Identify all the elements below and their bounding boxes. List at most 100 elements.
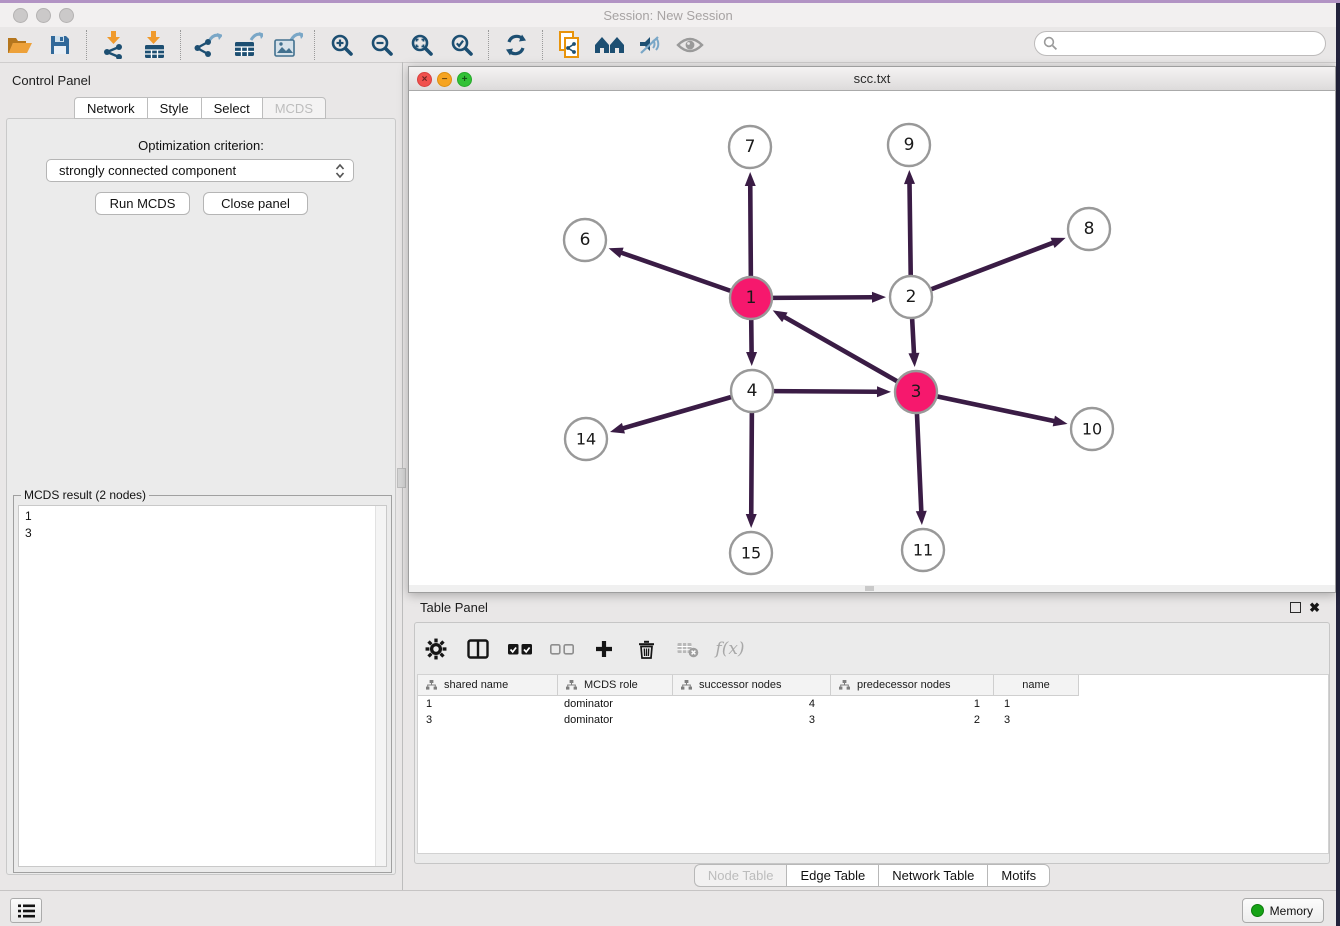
graph-edge-4-15[interactable] — [751, 413, 752, 514]
graph-edge-arrowhead — [872, 292, 886, 303]
column-header-successor-nodes[interactable]: successor nodes — [673, 675, 831, 695]
graph-edge-3-1[interactable] — [785, 317, 897, 381]
add-row-button[interactable] — [591, 636, 617, 662]
graph-edge-3-10[interactable] — [938, 397, 1054, 421]
delete-table-button[interactable] — [675, 636, 701, 662]
control-tab-network[interactable]: Network — [74, 97, 147, 119]
graph-node-10[interactable]: 10 — [1071, 408, 1113, 450]
home-button[interactable] — [590, 29, 630, 61]
control-tab-mcds[interactable]: MCDS — [262, 97, 326, 119]
graph-node-2[interactable]: 2 — [890, 276, 932, 318]
column-header-label: predecessor nodes — [857, 679, 951, 691]
export-image-button[interactable] — [268, 29, 308, 61]
zoom-selected-button[interactable] — [442, 29, 482, 61]
table-cell[interactable]: 3 — [673, 714, 831, 726]
graph-edge-2-8[interactable] — [932, 243, 1053, 289]
save-session-button[interactable] — [40, 29, 80, 61]
export-table-icon — [233, 32, 263, 58]
open-session-button[interactable] — [0, 29, 40, 61]
delete-row-button[interactable] — [633, 636, 659, 662]
graph-node-15[interactable]: 15 — [730, 532, 772, 574]
function-builder-button[interactable]: f(x) — [717, 636, 743, 662]
zoom-selected-icon — [450, 33, 474, 57]
graph-edge-1-2[interactable] — [773, 297, 872, 298]
graph-node-4[interactable]: 4 — [731, 370, 773, 412]
graph-node-1[interactable]: 1 — [730, 277, 772, 319]
table-tab-node-table[interactable]: Node Table — [694, 864, 787, 887]
gear-icon — [425, 638, 447, 660]
graph-edge-1-6[interactable] — [622, 253, 730, 291]
column-header-predecessor-nodes[interactable]: predecessor nodes — [831, 675, 994, 695]
zoom-fit-button[interactable] — [402, 29, 442, 61]
toolbar-separator — [488, 30, 490, 60]
column-settings-button[interactable] — [423, 636, 449, 662]
table-cell[interactable]: 3 — [994, 714, 1079, 726]
pane-layout-button[interactable] — [465, 636, 491, 662]
column-header-mcds-role[interactable]: MCDS role — [558, 675, 673, 695]
node-table-row[interactable]: 3dominator323 — [418, 712, 1328, 728]
zoom-in-button[interactable] — [322, 29, 362, 61]
import-table-button[interactable] — [134, 29, 174, 61]
table-cell[interactable]: dominator — [558, 714, 673, 726]
column-header-label: shared name — [444, 679, 508, 691]
graph-node-7[interactable]: 7 — [729, 126, 771, 168]
table-tab-edge-table[interactable]: Edge Table — [786, 864, 878, 887]
duplicate-network-button[interactable] — [550, 29, 590, 61]
table-tab-network-table[interactable]: Network Table — [878, 864, 987, 887]
table-cell[interactable]: 4 — [673, 698, 831, 710]
table-cell[interactable]: dominator — [558, 698, 673, 710]
graph-edge-3-11[interactable] — [917, 414, 921, 511]
network-window-titlebar[interactable]: × − + scc.txt — [409, 67, 1335, 91]
task-history-button[interactable] — [10, 898, 42, 923]
memory-button[interactable]: Memory — [1242, 898, 1324, 923]
hide-graphics-details-button[interactable] — [630, 29, 670, 61]
table-panel-tabs: Node TableEdge TableNetwork TableMotifs — [408, 864, 1336, 887]
control-tab-select[interactable]: Select — [201, 97, 262, 119]
zoom-out-button[interactable] — [362, 29, 402, 61]
table-cell[interactable]: 1 — [831, 698, 994, 710]
table-panel-float-icon[interactable] — [1290, 602, 1301, 613]
mcds-result-scrollbar[interactable] — [375, 506, 386, 866]
export-table-button[interactable] — [228, 29, 268, 61]
deselect-all-columns-button[interactable] — [549, 636, 575, 662]
search-field[interactable] — [1034, 31, 1326, 56]
graph-edge-4-14[interactable] — [623, 397, 730, 428]
optimization-criterion-dropdown[interactable]: strongly connected component — [46, 159, 354, 182]
graph-node-11[interactable]: 11 — [902, 529, 944, 571]
node-table-row[interactable]: 1dominator411 — [418, 696, 1328, 712]
panel-splitter-handle[interactable] — [397, 468, 406, 488]
select-all-columns-button[interactable] — [507, 636, 533, 662]
import-network-button[interactable] — [94, 29, 134, 61]
close-panel-button[interactable]: Close panel — [203, 192, 308, 215]
table-panel-close-icon[interactable]: ✖ — [1309, 601, 1320, 614]
graph-edge-2-9[interactable] — [910, 184, 911, 275]
graph-edge-2-3[interactable] — [912, 319, 914, 353]
network-resize-handle[interactable] — [865, 586, 874, 591]
column-header-shared-name[interactable]: shared name — [418, 675, 558, 695]
table-cell[interactable]: 3 — [418, 714, 558, 726]
table-cell[interactable]: 1 — [418, 698, 558, 710]
graph-node-14[interactable]: 14 — [565, 418, 607, 460]
run-mcds-button[interactable]: Run MCDS — [95, 192, 190, 215]
graph-node-8[interactable]: 8 — [1068, 208, 1110, 250]
main-titlebar: Session: New Session — [0, 3, 1336, 28]
network-canvas[interactable]: 7 9 6 8 1 2 4 3 14 10 15 11 — [409, 91, 1335, 586]
export-network-button[interactable] — [188, 29, 228, 61]
column-sort-icon — [839, 680, 850, 690]
graph-node-9[interactable]: 9 — [888, 124, 930, 166]
search-input[interactable] — [1063, 36, 1325, 52]
graph-node-6[interactable]: 6 — [564, 219, 606, 261]
table-tab-motifs[interactable]: Motifs — [987, 864, 1050, 887]
graph-edge-4-3[interactable] — [774, 391, 877, 392]
column-header-name[interactable]: name — [994, 675, 1079, 695]
network-window-bottom-bar — [409, 585, 1335, 592]
mcds-result-text[interactable]: 1 3 — [18, 505, 387, 867]
graph-edge-1-7[interactable] — [750, 186, 751, 276]
show-graphics-details-button[interactable] — [670, 29, 710, 61]
zoom-in-icon — [330, 33, 354, 57]
control-tab-style[interactable]: Style — [147, 97, 201, 119]
table-cell[interactable]: 2 — [831, 714, 994, 726]
table-cell[interactable]: 1 — [994, 698, 1079, 710]
graph-node-3[interactable]: 3 — [895, 371, 937, 413]
refresh-layout-button[interactable] — [496, 29, 536, 61]
